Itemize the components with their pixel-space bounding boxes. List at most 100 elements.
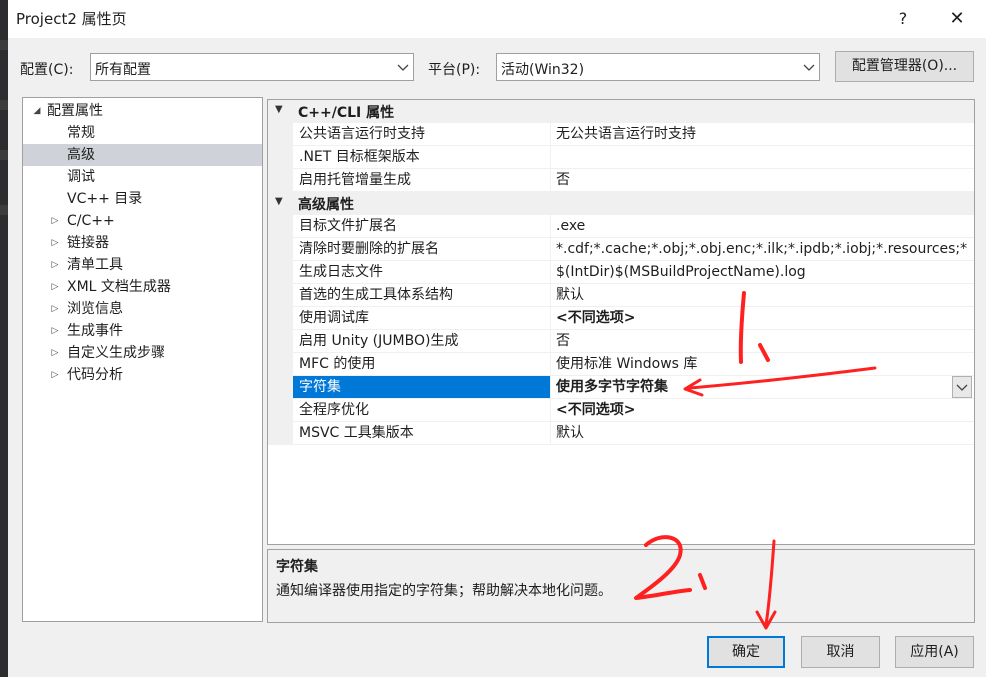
property-row-character-set[interactable]: 字符集 使用多字节字符集 <box>293 376 974 399</box>
collapsed-triangle-icon[interactable]: ▷ <box>49 320 61 342</box>
config-select[interactable]: 所有配置 <box>90 53 414 81</box>
platform-select-value: 活动(Win32) <box>501 62 585 78</box>
property-name: 目标文件扩展名 <box>293 215 551 237</box>
ide-strip-mark <box>0 205 8 215</box>
tree-item-label: 生成事件 <box>67 323 123 339</box>
expanded-triangle-icon[interactable]: ◢ <box>31 100 43 122</box>
property-name: 生成日志文件 <box>293 261 551 283</box>
property-value[interactable]: 默认 <box>554 422 974 444</box>
window-title: Project2 属性页 <box>16 10 127 28</box>
tree-item-advanced[interactable]: 高级 <box>23 144 262 166</box>
tree-item-debugging[interactable]: 调试 <box>23 166 262 188</box>
background-ide-strip <box>0 0 8 677</box>
tree-item-label: 代码分析 <box>67 367 123 383</box>
tree-item-vc-directories[interactable]: VC++ 目录 <box>23 188 262 210</box>
property-row[interactable]: 使用调试库 <不同选项> <box>293 307 974 330</box>
property-row[interactable]: 目标文件扩展名 .exe <box>293 215 974 238</box>
property-value[interactable]: $(IntDir)$(MSBuildProjectName).log <box>554 261 974 283</box>
help-icon[interactable]: ? <box>888 6 918 32</box>
config-select-value: 所有配置 <box>95 62 151 78</box>
apply-button[interactable]: 应用(A) <box>895 636 974 668</box>
tree-item-label: 链接器 <box>67 235 109 251</box>
property-value[interactable]: 无公共语言运行时支持 <box>554 123 974 145</box>
tree-item-linker[interactable]: ▷ 链接器 <box>23 232 262 254</box>
tree-item-c-cpp[interactable]: ▷ C/C++ <box>23 210 262 232</box>
chevron-down-icon <box>397 64 409 71</box>
property-value[interactable]: .exe <box>554 215 974 237</box>
platform-label: 平台(P): <box>428 62 481 78</box>
platform-select[interactable]: 活动(Win32) <box>496 53 820 81</box>
property-row[interactable]: MSVC 工具集版本 默认 <box>293 422 974 445</box>
property-name: 使用调试库 <box>293 307 551 329</box>
character-set-dropdown-button[interactable] <box>952 376 972 398</box>
property-row[interactable]: 全程序优化 <不同选项> <box>293 399 974 422</box>
tree-root-label: 配置属性 <box>47 103 103 119</box>
cancel-button[interactable]: 取消 <box>801 636 880 668</box>
property-row[interactable]: 清除时要删除的扩展名 *.cdf;*.cache;*.obj;*.obj.enc;… <box>293 238 974 261</box>
collapsed-triangle-icon[interactable]: ▷ <box>49 232 61 254</box>
collapsed-triangle-icon[interactable]: ▷ <box>49 298 61 320</box>
property-name: 公共语言运行时支持 <box>293 123 551 145</box>
config-label: 配置(C): <box>20 62 74 78</box>
close-icon[interactable]: ✕ <box>942 6 972 32</box>
property-row[interactable]: 启用 Unity (JUMBO)生成否 <box>293 330 974 353</box>
tree-item-general[interactable]: 常规 <box>23 122 262 144</box>
tree-root-config-properties[interactable]: ◢ 配置属性 <box>23 100 262 122</box>
collapsed-triangle-icon[interactable]: ▷ <box>49 342 61 364</box>
tree-item-label: C/C++ <box>67 213 115 229</box>
property-name: .NET 目标框架版本 <box>293 146 551 168</box>
tree-item-custom-build-step[interactable]: ▷ 自定义生成步骤 <box>23 342 262 364</box>
property-name: 字符集 <box>293 376 551 398</box>
tree-item-label: 高级 <box>67 147 95 163</box>
chevron-down-icon <box>803 64 815 71</box>
property-row[interactable]: .NET 目标框架版本 <box>293 146 974 169</box>
tree-item-label: XML 文档生成器 <box>67 279 171 295</box>
property-name: 清除时要删除的扩展名 <box>293 238 551 260</box>
collapsed-triangle-icon[interactable]: ▷ <box>49 364 61 386</box>
ide-strip-mark <box>0 100 8 110</box>
ok-button[interactable]: 确定 <box>707 636 785 668</box>
property-name: MFC 的使用 <box>293 353 551 375</box>
tree-item-label: VC++ 目录 <box>67 191 143 207</box>
property-pages-dialog: Project2 属性页 ? ✕ 配置(C): 所有配置 平台(P): 活动(W… <box>8 0 986 677</box>
configuration-manager-button[interactable]: 配置管理器(O)... <box>835 51 974 82</box>
property-value[interactable]: 默认 <box>554 284 974 306</box>
tree-item-build-events[interactable]: ▷ 生成事件 <box>23 320 262 342</box>
property-value[interactable] <box>554 146 974 168</box>
description-title: 字符集 <box>276 559 318 575</box>
tree-item-code-analysis[interactable]: ▷ 代码分析 <box>23 364 262 386</box>
chevron-down-icon <box>956 384 968 391</box>
property-value[interactable]: 否 <box>554 330 974 352</box>
property-name: 启用 Unity (JUMBO)生成 <box>293 330 551 352</box>
property-row[interactable]: 公共语言运行时支持 无公共语言运行时支持 <box>293 123 974 146</box>
tree-item-xml-doc-generator[interactable]: ▷ XML 文档生成器 <box>23 276 262 298</box>
property-name: 启用托管增量生成 <box>293 169 551 191</box>
property-value[interactable]: 否 <box>554 169 974 191</box>
property-name: 全程序优化 <box>293 399 551 421</box>
collapse-chevron-icon[interactable]: ▼ <box>275 104 283 115</box>
tree-item-browse-information[interactable]: ▷ 浏览信息 <box>23 298 262 320</box>
tree-item-label: 自定义生成步骤 <box>67 345 165 361</box>
collapsed-triangle-icon[interactable]: ▷ <box>49 276 61 298</box>
tree-item-manifest-tool[interactable]: ▷ 清单工具 <box>23 254 262 276</box>
collapsed-triangle-icon[interactable]: ▷ <box>49 210 61 232</box>
property-name: 首选的生成工具体系结构 <box>293 284 551 306</box>
category-cpp-cli[interactable]: ▼ C++/CLI 属性 <box>268 100 974 123</box>
character-set-select[interactable]: 使用多字节字符集 <box>554 376 974 398</box>
property-value[interactable]: *.cdf;*.cache;*.obj;*.obj.enc;*.ilk;*.ip… <box>554 238 974 260</box>
property-row[interactable]: MFC 的使用 使用标准 Windows 库 <box>293 353 974 376</box>
tree-item-label: 调试 <box>67 169 95 185</box>
property-row[interactable]: 启用托管增量生成否 <box>293 169 974 192</box>
property-value[interactable]: <不同选项> <box>554 307 974 329</box>
collapsed-triangle-icon[interactable]: ▷ <box>49 254 61 276</box>
title-bar: Project2 属性页 ? ✕ <box>8 0 986 38</box>
tree-item-label: 清单工具 <box>67 257 123 273</box>
property-value[interactable]: 使用标准 Windows 库 <box>554 353 974 375</box>
tree-item-label: 浏览信息 <box>67 301 123 317</box>
ide-strip-mark <box>0 40 8 50</box>
property-row[interactable]: 生成日志文件 $(IntDir)$(MSBuildProjectName).log <box>293 261 974 284</box>
category-advanced-properties[interactable]: ▼ 高级属性 <box>268 192 974 215</box>
collapse-chevron-icon[interactable]: ▼ <box>275 196 283 207</box>
property-row[interactable]: 首选的生成工具体系结构 默认 <box>293 284 974 307</box>
property-value[interactable]: <不同选项> <box>554 399 974 421</box>
